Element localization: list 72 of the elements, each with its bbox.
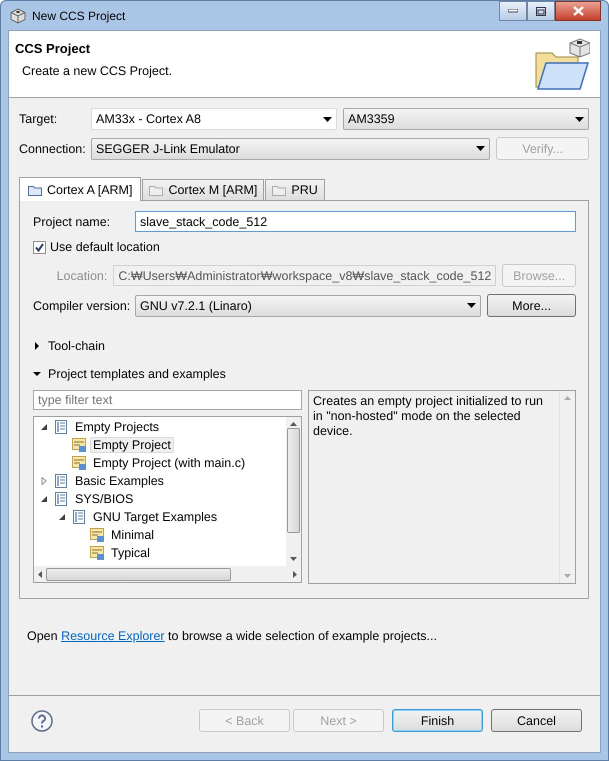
- explorer-hint: Open Resource Explorer to browse a wide selection of example projects...: [26, 628, 438, 643]
- scroll-up-icon: [564, 396, 571, 400]
- resource-explorer-link[interactable]: Resource Explorer: [61, 629, 165, 643]
- scroll-down-icon: [564, 574, 571, 578]
- dialog-button[interactable]: Cancel: [491, 709, 582, 732]
- template-description: Creates an empty project initialized to run in "non-hosted" mode on the selected device.: [312, 393, 544, 440]
- field-label: Project name:: [33, 214, 112, 228]
- scroll-left-icon: [38, 570, 42, 578]
- dropdown-arrow-icon: [476, 146, 486, 151]
- checkbox-label: Use default location: [50, 240, 160, 254]
- checkmark-icon: [35, 242, 44, 252]
- page-description: Create a new CCS Project.: [22, 64, 172, 78]
- dropdown-arrow-icon: [467, 303, 476, 308]
- scroll-right-icon: [293, 570, 297, 578]
- page-title: CCS Project: [15, 41, 92, 56]
- folder-icon: [272, 184, 286, 196]
- expanded-arrow-icon[interactable]: [58, 513, 66, 521]
- filter-field[interactable]: type filter text: [33, 390, 302, 410]
- more-button[interactable]: More...: [487, 294, 576, 317]
- tab[interactable]: PRU: [265, 179, 325, 200]
- maximize-icon: [536, 6, 546, 16]
- collapsed-arrow-icon[interactable]: [33, 342, 41, 350]
- dropdown-arrow-icon: [575, 116, 584, 122]
- minimize-icon: [508, 9, 518, 13]
- scroll-down-icon: [290, 557, 297, 561]
- window-title: New CCS Project: [32, 8, 126, 22]
- section-header[interactable]: Tool-chain: [48, 339, 105, 353]
- field-label: Connection:: [19, 142, 85, 156]
- close-button[interactable]: [555, 1, 601, 21]
- dialog-button[interactable]: Finish: [392, 709, 483, 732]
- checkbox[interactable]: [33, 240, 46, 254]
- connection-dropdown[interactable]: SEGGER J-Link Emulator: [91, 138, 490, 160]
- dropdown-arrow-icon: [323, 116, 332, 122]
- field-label: Target:: [19, 112, 58, 126]
- list-icon: [53, 491, 69, 507]
- close-icon: [572, 6, 584, 16]
- tree-item[interactable]: Basic Examples: [72, 473, 167, 489]
- template-icon: [89, 527, 105, 543]
- tree-item[interactable]: GNU Target Examples: [90, 509, 220, 525]
- maximize-button[interactable]: [527, 1, 555, 21]
- help-icon[interactable]: [31, 710, 53, 732]
- tree-item[interactable]: Empty Projects: [72, 419, 162, 435]
- field-label: Location:: [56, 268, 108, 282]
- compiler-version-dropdown[interactable]: GNU v7.2.1 (Linaro): [135, 294, 482, 316]
- scroll-up-icon: [290, 422, 297, 426]
- section-header[interactable]: Project templates and examples: [48, 367, 226, 381]
- cube-icon: [10, 8, 26, 24]
- tab[interactable]: Cortex M [ARM]: [142, 179, 264, 200]
- tab[interactable]: Cortex A [ARM]: [19, 177, 142, 201]
- tree-item[interactable]: SYS/BIOS: [72, 491, 136, 507]
- field-label: Compiler version:: [33, 298, 129, 312]
- tree-item[interactable]: Typical: [108, 545, 153, 561]
- template-icon: [89, 545, 105, 561]
- template-icon: [71, 437, 87, 453]
- folder-icon: [149, 184, 164, 196]
- target-family-dropdown[interactable]: AM33x - Cortex A8: [91, 108, 337, 130]
- project-name-field[interactable]: slave_stack_code_512: [135, 211, 576, 232]
- folder-icon: [28, 184, 42, 196]
- list-icon: [53, 473, 69, 489]
- tree-item[interactable]: Empty Project (with main.c): [90, 455, 248, 471]
- expanded-arrow-icon[interactable]: [40, 495, 48, 503]
- horizontal-scrollbar[interactable]: [34, 566, 301, 582]
- tree-item[interactable]: Empty Project: [90, 437, 174, 453]
- minimize-button[interactable]: [499, 1, 527, 21]
- expanded-arrow-icon[interactable]: [33, 370, 41, 378]
- target-device-dropdown[interactable]: AM3359: [343, 108, 589, 130]
- tree-item[interactable]: Minimal: [108, 527, 158, 543]
- list-icon: [53, 419, 69, 435]
- template-icon: [71, 455, 87, 471]
- vertical-scrollbar[interactable]: [286, 417, 301, 566]
- list-icon: [71, 509, 87, 525]
- expanded-arrow-icon[interactable]: [40, 423, 48, 431]
